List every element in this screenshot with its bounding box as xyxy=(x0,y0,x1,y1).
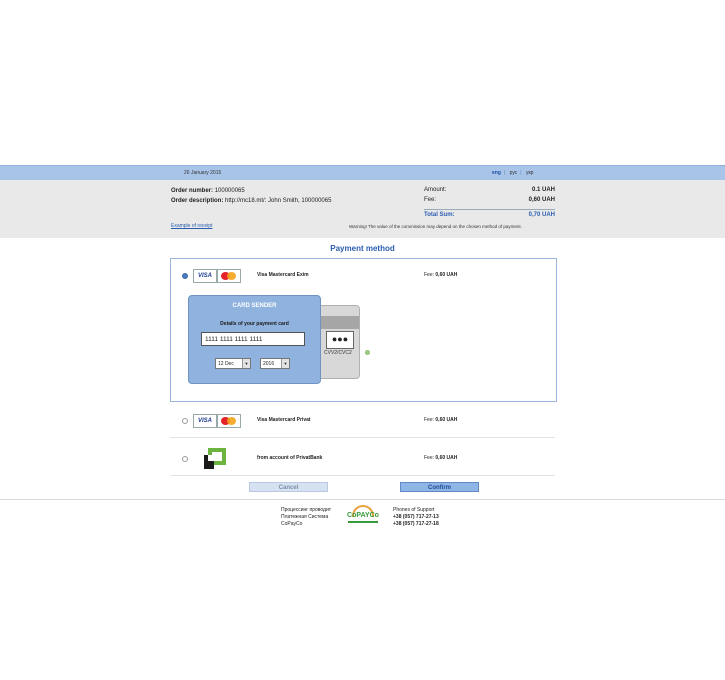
method-account-name: from account of PrivatBank xyxy=(257,455,323,461)
mastercard-logo xyxy=(217,414,241,428)
sum-divider xyxy=(424,209,555,210)
processing-line: Процессинг проводит xyxy=(281,507,332,513)
footer-divider xyxy=(0,499,725,500)
language-eng[interactable]: eng xyxy=(492,170,501,176)
support-title: Phones of Support xyxy=(393,507,435,513)
mastercard-logo xyxy=(217,269,241,283)
order-description-value: http://mc18.mt/: John Smith, 100000065 xyxy=(225,198,332,204)
privatbank-logo xyxy=(204,448,226,469)
total-value: 0,70 UAH xyxy=(528,212,555,218)
top-bar: 26 January 2015 eng | рус | укр xyxy=(0,165,725,180)
method-account-radio[interactable] xyxy=(182,456,188,462)
card-number-input[interactable]: 1111 1111 1111 1111 xyxy=(201,332,305,346)
card-sender-title: CARD SENDER xyxy=(232,303,277,309)
amount-row: Amount: 0.1 UAH xyxy=(424,187,555,197)
cvv-input[interactable]: ●●● xyxy=(326,331,354,349)
confirm-button[interactable]: Confirm xyxy=(400,482,479,492)
method-exim-fee-value: 0,60 UAH xyxy=(435,272,458,278)
fee-value: 0,60 UAH xyxy=(528,197,555,203)
processing-line: CoPayCo xyxy=(281,521,303,527)
expiry-year-value: 2016 xyxy=(263,361,275,367)
method-privat-radio[interactable] xyxy=(182,418,188,424)
visa-logo: VISA xyxy=(193,269,217,283)
total-label: Total Sum: xyxy=(424,212,455,218)
processing-line: Платежная Система xyxy=(281,514,329,520)
language-separator: | xyxy=(503,170,506,176)
method-account-fee-value: 0,60 UAH xyxy=(435,455,458,461)
language-separator: | xyxy=(520,170,522,176)
method-exim-fee: Fee: 0,60 UAH xyxy=(424,272,457,278)
total-row: Total Sum: 0,70 UAH xyxy=(424,212,555,222)
question-icon[interactable]: ? xyxy=(365,350,370,355)
method-privat-fee: Fee: 0,60 UAH xyxy=(424,417,457,423)
order-description: Order description: http://mc18.mt/: John… xyxy=(171,198,331,204)
support-info: Phones of Support +38 (057) 717-27-13 +3… xyxy=(393,507,439,528)
cancel-button[interactable]: Cancel xyxy=(249,482,328,492)
commission-warning: Warning! The value of the commission may… xyxy=(349,224,522,229)
expiry-year-select[interactable]: 2016 ▼ xyxy=(260,358,290,369)
method-privat-fee-value: 0,60 UAH xyxy=(435,417,458,423)
fee-label: Fee: xyxy=(424,197,437,203)
amount-value: 0.1 UAH xyxy=(531,187,555,193)
current-date: 26 January 2015 xyxy=(184,170,222,176)
language-switcher: eng | рус | укр xyxy=(492,170,536,176)
processing-info: Процессинг проводит Платежная Система Co… xyxy=(281,507,331,528)
order-info-panel: Order number: 100000065 Order descriptio… xyxy=(0,180,725,238)
order-number-value: 100000065 xyxy=(214,188,245,194)
copayco-logo: CoPAYCo xyxy=(346,505,380,525)
language-rus[interactable]: рус xyxy=(510,170,518,176)
expiry-month-select[interactable]: 12 Dec ▼ xyxy=(215,358,251,369)
order-number-label: Order number: xyxy=(171,188,214,194)
support-phone: +38 (057) 717-27-13 xyxy=(393,514,439,520)
method-exim-radio[interactable] xyxy=(182,273,188,279)
amount-label: Amount: xyxy=(424,187,447,193)
fee-row: Fee: 0,60 UAH xyxy=(424,197,555,207)
visa-mastercard-logo: VISA xyxy=(193,413,241,428)
support-phone: +38 (057) 717-27-18 xyxy=(393,521,439,527)
method-exim-name: Visa Mastercard Exim xyxy=(257,272,309,278)
order-description-label: Order description: xyxy=(171,198,224,204)
expiry-month-value: 12 Dec xyxy=(218,361,234,367)
method-account-fee-label: Fee: xyxy=(424,455,435,461)
chevron-down-icon: ▼ xyxy=(242,359,250,368)
method-privat-fee-label: Fee: xyxy=(424,417,435,423)
method-privat-name: Visa Mastercard Privat xyxy=(257,417,311,423)
card-details-label: Details of your payment card xyxy=(220,321,289,327)
cvv-label: CVV2/CVC2 xyxy=(324,350,352,356)
payment-method-title: Payment method xyxy=(330,244,395,253)
chevron-down-icon: ▼ xyxy=(281,359,289,368)
visa-mastercard-logo: VISA xyxy=(193,268,241,283)
example-receipt-link[interactable]: Example of receipt xyxy=(171,223,212,229)
order-number: Order number: 100000065 xyxy=(171,188,245,194)
method-exim-fee-label: Fee: xyxy=(424,272,435,278)
language-ukr[interactable]: укр xyxy=(526,170,533,176)
method-divider xyxy=(170,437,555,438)
method-account-fee: Fee: 0,60 UAH xyxy=(424,455,457,461)
amount-summary: Amount: 0.1 UAH Fee: 0,60 UAH Total Sum:… xyxy=(424,187,555,222)
visa-logo: VISA xyxy=(193,414,217,428)
method-divider xyxy=(170,475,555,476)
